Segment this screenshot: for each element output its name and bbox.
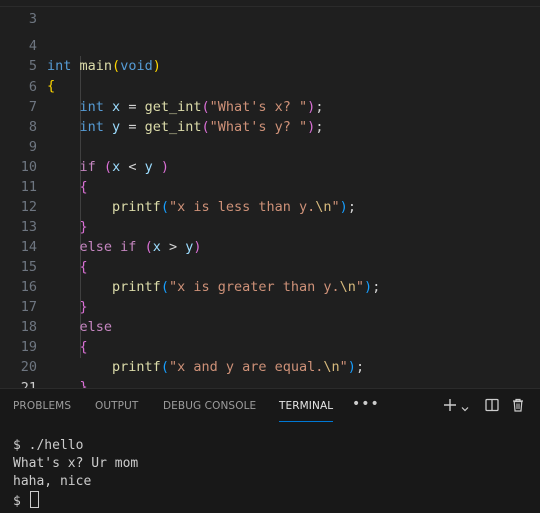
more-actions-icon[interactable]: ••• [352, 396, 380, 412]
tab-output[interactable]: OUTPUT [95, 400, 138, 422]
editor-line-15[interactable]: 15 printf("x is greater than y.\n"); [0, 237, 540, 295]
active-tab-indicator [279, 421, 334, 422]
editor-line-17[interactable]: 17 else [0, 277, 540, 335]
editor-line-13[interactable]: 13 else if (x > y) [0, 197, 540, 255]
editor-line-16[interactable]: 16 } [0, 257, 540, 315]
line-code: } [79, 379, 88, 388]
code-editor[interactable]: 3 4 int main(void) 5 { 6 int x = get_int… [0, 0, 540, 388]
tab-problems[interactable]: PROBLEMS [13, 400, 71, 422]
terminal-cursor [29, 491, 39, 508]
editor-line-6[interactable]: 6 int x = get_int("What's x? "); [0, 57, 540, 115]
bottom-panel: PROBLEMS OUTPUT DEBUG CONSOLE TERMINAL •… [0, 388, 540, 513]
editor-line-19[interactable]: 19 printf("x and y are equal.\n"); [0, 317, 540, 375]
terminal-line: $ ./hello [13, 438, 84, 453]
editor-line-8[interactable]: 8 [0, 97, 540, 135]
chevron-down-icon[interactable] [460, 399, 470, 418]
editor-line-20[interactable]: 20 } [0, 337, 540, 388]
editor-line-18[interactable]: 18 { [0, 297, 540, 355]
terminal-prompt: $ [13, 494, 29, 509]
editor-line-14[interactable]: 14 { [0, 217, 540, 275]
editor-line-4[interactable]: 4 int main(void) [0, 16, 540, 74]
editor-line-21[interactable]: 21 } [0, 358, 540, 388]
tab-terminal[interactable]: TERMINAL [279, 400, 334, 422]
editor-line-7[interactable]: 7 int y = get_int("What's y? "); [0, 77, 540, 135]
tab-debug-console[interactable]: DEBUG CONSOLE [163, 400, 256, 422]
editor-line-5[interactable]: 5 { [0, 36, 540, 94]
trash-icon[interactable] [510, 397, 526, 417]
split-terminal-icon[interactable] [484, 397, 500, 417]
panel-tab-bar: PROBLEMS OUTPUT DEBUG CONSOLE TERMINAL •… [0, 389, 540, 425]
editor-line-12[interactable]: 12 } [0, 177, 540, 235]
editor-line-partial: 3 [0, 0, 540, 27]
line-number: 21 [20, 380, 37, 388]
terminal-prompt-line[interactable]: $ [13, 491, 533, 509]
tab-terminal-label: TERMINAL [279, 400, 334, 412]
terminal-line: haha, nice [13, 474, 92, 489]
editor-line-10[interactable]: 10 { [0, 137, 540, 195]
editor-line-11[interactable]: 11 printf("x is less than y.\n"); [0, 157, 540, 215]
terminal-output[interactable]: $ ./hello What's x? Ur mom haha, nice $ [13, 437, 533, 509]
editor-line-9[interactable]: 9 if (x < y ) [0, 117, 540, 175]
terminal-line: What's x? Ur mom [13, 456, 139, 471]
new-terminal-icon[interactable] [442, 397, 458, 417]
